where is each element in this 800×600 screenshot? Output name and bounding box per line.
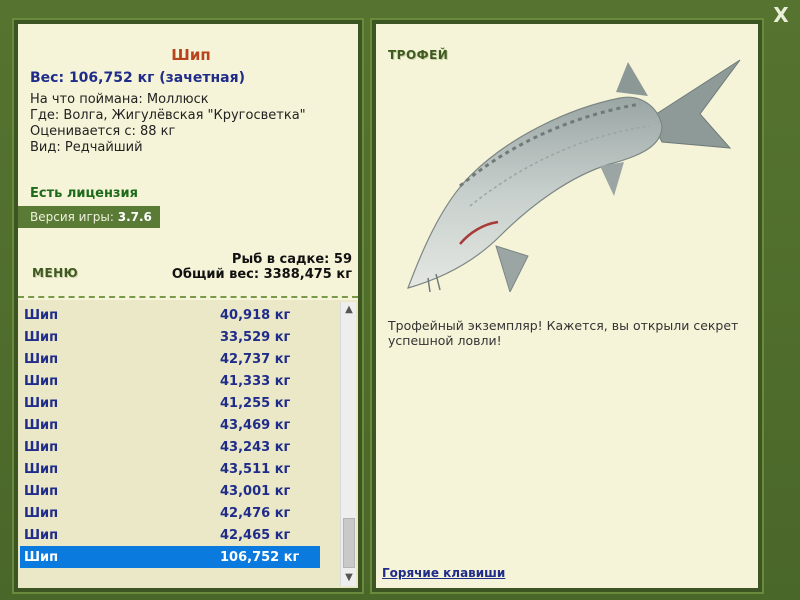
catch-row-name: Шип [24, 329, 59, 345]
fish-valued-from: Оценивается с: 88 кг [30, 124, 176, 139]
catch-row-name: Шип [24, 417, 59, 433]
version-value: 3.7.6 [117, 210, 152, 224]
catch-row-weight: 33,529 кг [220, 329, 291, 345]
catch-row[interactable]: Шип 43,001 кг [20, 480, 336, 502]
sturgeon-image [407, 59, 741, 292]
catch-row-weight: 43,469 кг [220, 417, 291, 433]
catch-row-weight: 106,752 кг [220, 549, 300, 565]
catch-row[interactable]: Шип 33,529 кг [20, 326, 336, 348]
trophy-panel: ТРОФЕЙ Трофейный экземпляр! Кажется, вы … [370, 18, 764, 594]
catch-row[interactable]: Шип 43,243 кг [20, 436, 336, 458]
catch-row-name: Шип [24, 351, 59, 367]
catch-list-area: Шип 40,918 кг Шип 33,529 кг Шип 42,737 кг Шип 4… [18, 300, 358, 588]
catch-row-name: Шип [24, 307, 59, 323]
scrollbar[interactable]: ▲ ▼ [340, 302, 356, 586]
catch-row-weight: 42,737 кг [220, 351, 291, 367]
catch-row[interactable]: Шип 42,737 кг [20, 348, 336, 370]
divider [18, 296, 358, 298]
catch-row-name: Шип [24, 439, 59, 455]
menu-button[interactable]: МЕНЮ [32, 266, 78, 280]
catch-info-panel: Шип Вес: 106,752 кг (зачетная) На что по… [12, 18, 364, 594]
catch-row-name: Шип [24, 527, 59, 543]
trophy-text: Трофейный экземпляр! Кажется, вы открыли… [388, 318, 739, 348]
catch-row-name: Шип [24, 483, 59, 499]
catch-row-weight: 41,333 кг [220, 373, 291, 389]
scroll-down-icon[interactable]: ▼ [341, 570, 357, 586]
catch-row-weight: 42,476 кг [220, 505, 291, 521]
catch-row-name: Шип [24, 373, 59, 389]
catch-row-name: Шип [24, 549, 59, 565]
fish-bait: На что поймана: Моллюск [30, 92, 209, 107]
catch-list: Шип 40,918 кг Шип 33,529 кг Шип 42,737 кг Шип 4… [20, 304, 336, 568]
catch-row-weight: 41,255 кг [220, 395, 291, 411]
catch-row[interactable]: Шип 41,333 кг [20, 370, 336, 392]
scroll-up-icon[interactable]: ▲ [341, 302, 357, 318]
catch-row-name: Шип [24, 505, 59, 521]
catch-row-weight: 42,465 кг [220, 527, 291, 543]
fish-weight: Вес: 106,752 кг (зачетная) [30, 70, 245, 86]
catch-row[interactable]: Шип 43,511 кг [20, 458, 336, 480]
catch-row-weight: 40,918 кг [220, 307, 291, 323]
fish-location: Где: Волга, Жигулёвская "Кругосветка" [30, 108, 306, 123]
fish-kind: Вид: Редчайший [30, 140, 143, 155]
hotkeys-link[interactable]: Горячие клавиши [382, 566, 505, 580]
fish-info: Шип Вес: 106,752 кг (зачетная) На что по… [30, 46, 352, 156]
catch-row[interactable]: Шип 41,255 кг [20, 392, 336, 414]
fish-name: Шип [171, 46, 211, 64]
version-badge: Версия игры: 3.7.6 [18, 206, 160, 228]
game-window: X Шип Вес: 106,752 кг (зачетная) На что … [0, 0, 800, 600]
keep-total-weight: Общий вес: 3388,475 кг [171, 267, 352, 282]
keep-count: Рыб в садке: 59 [231, 252, 352, 267]
license-status: Есть лицензия [30, 186, 138, 201]
catch-row[interactable]: Шип 40,918 кг [20, 304, 336, 326]
catch-row-weight: 43,001 кг [220, 483, 291, 499]
close-button[interactable]: X [770, 4, 792, 26]
catch-row-weight: 43,243 кг [220, 439, 291, 455]
catch-row-name: Шип [24, 461, 59, 477]
catch-row-name: Шип [24, 395, 59, 411]
catch-row[interactable]: Шип 43,469 кг [20, 414, 336, 436]
scroll-thumb[interactable] [343, 518, 355, 568]
keep-stats: Рыб в садке: 59 Общий вес: 3388,475 кг [172, 252, 352, 282]
version-label: Версия игры: [30, 210, 114, 224]
catch-row[interactable]: Шип 42,465 кг [20, 524, 336, 546]
catch-row[interactable]: Шип 42,476 кг [20, 502, 336, 524]
catch-row-weight: 43,511 кг [220, 461, 291, 477]
catch-row[interactable]: Шип 106,752 кг [20, 546, 320, 568]
